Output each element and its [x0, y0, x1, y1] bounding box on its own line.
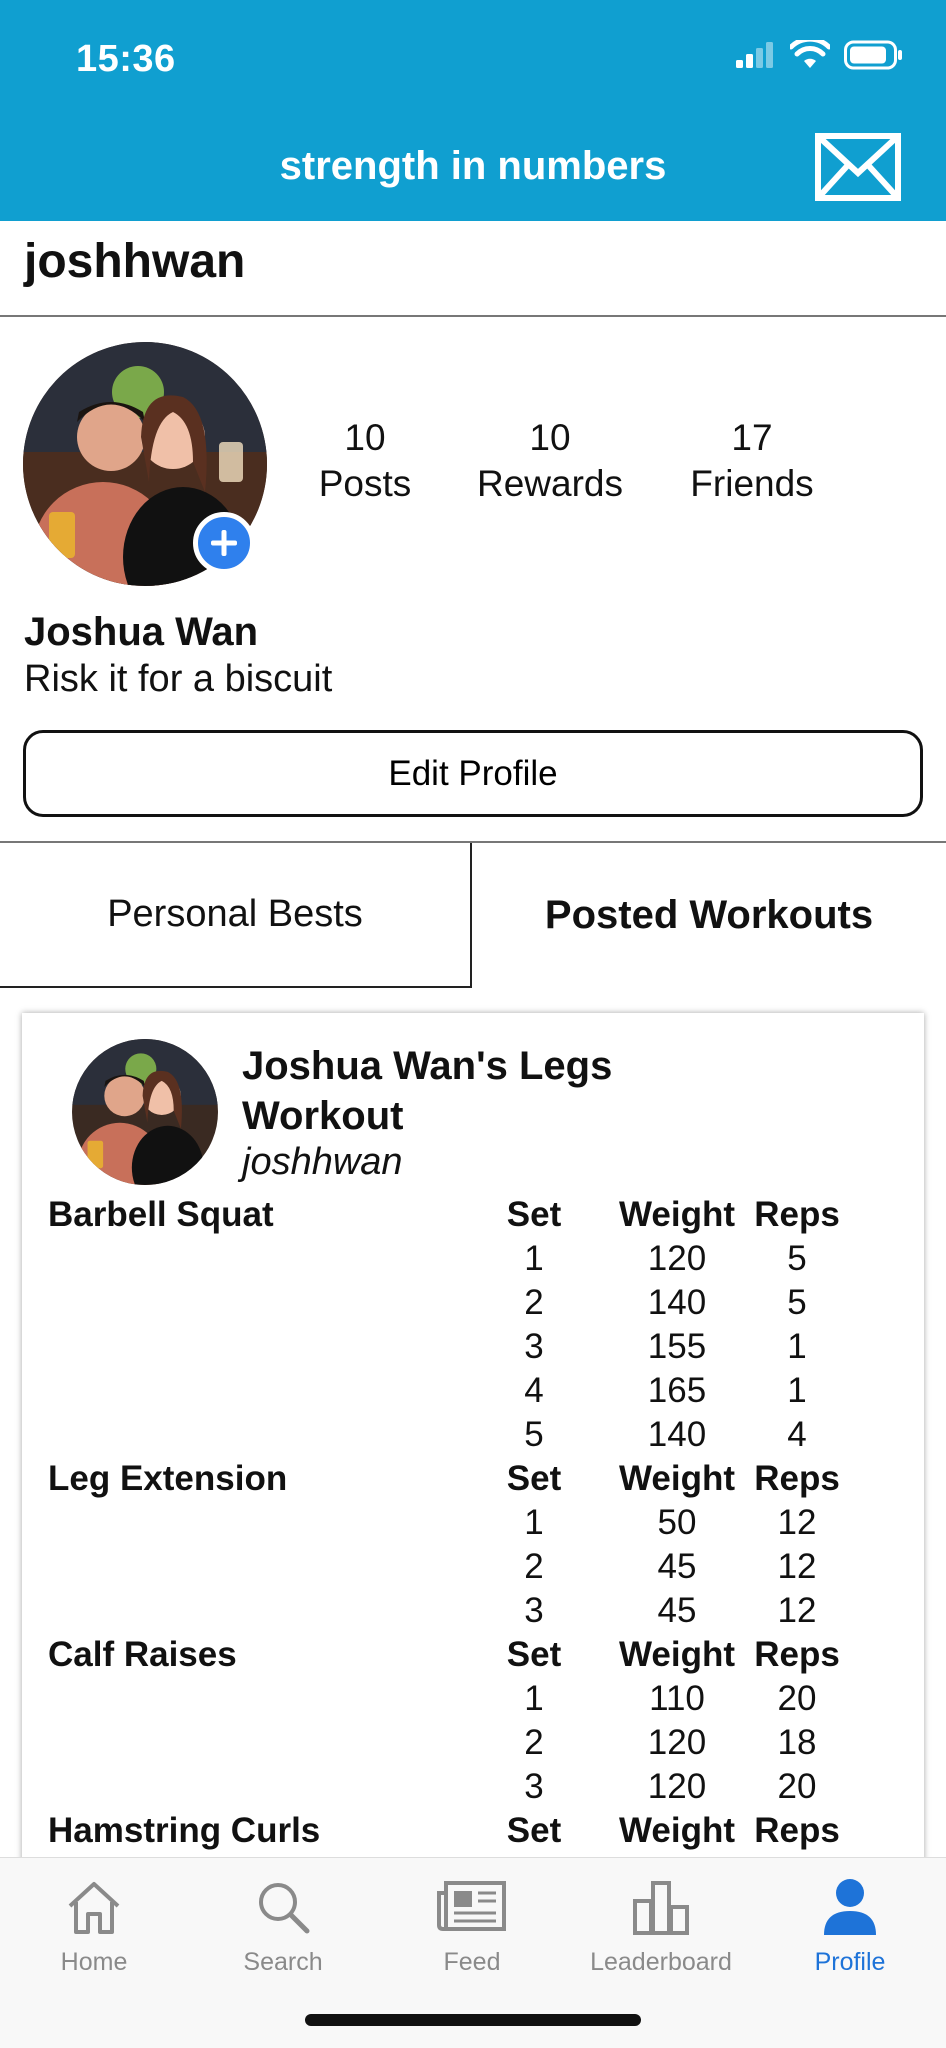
- weight-header: Weight: [618, 1459, 735, 1498]
- nav-feed[interactable]: Feed: [382, 1872, 562, 1977]
- weight-cell: 110: [649, 1679, 705, 1718]
- weight-cell: 140: [647, 1283, 707, 1322]
- add-photo-button[interactable]: [193, 512, 255, 574]
- stat-posts-value: 10: [344, 417, 386, 458]
- nav-search[interactable]: Search: [193, 1872, 373, 1977]
- weight-cell: 50: [657, 1503, 697, 1542]
- app-header: 15:36 strength in numbers: [0, 0, 946, 221]
- nav-search-label: Search: [243, 1948, 323, 1976]
- nav-profile[interactable]: Profile: [760, 1872, 940, 1977]
- profile-full-name: Joshua Wan: [24, 610, 259, 654]
- exercise-name: Calf Raises: [48, 1635, 237, 1674]
- reps-cell: 12: [777, 1503, 817, 1542]
- stat-rewards[interactable]: 10 Rewards: [466, 415, 634, 507]
- nav-leaderboard[interactable]: Leaderboard: [571, 1872, 751, 1977]
- exercise-name: Hamstring Curls: [48, 1811, 321, 1850]
- exercise-name: Barbell Squat: [48, 1195, 274, 1234]
- weight-cell: 120: [647, 1723, 707, 1762]
- app-title: strength in numbers: [279, 144, 667, 188]
- divider: [0, 315, 946, 317]
- weight-cell: 45: [657, 1591, 697, 1630]
- nav-home[interactable]: Home: [4, 1872, 184, 1977]
- weight-cell: 165: [647, 1371, 707, 1410]
- set-cell: 2: [524, 1547, 544, 1586]
- stat-friends[interactable]: 17 Friends: [672, 415, 832, 507]
- reps-header: Reps: [754, 1195, 840, 1234]
- wifi-icon: [790, 40, 830, 68]
- set-cell: 4: [524, 1371, 544, 1410]
- reps-cell: 12: [777, 1591, 817, 1630]
- set-cell: 5: [524, 1415, 544, 1454]
- reps-cell: 1: [787, 1327, 807, 1366]
- tab-personal-bests[interactable]: Personal Bests: [0, 843, 472, 988]
- workout-username: joshhwan: [242, 1141, 403, 1183]
- nav-profile-label: Profile: [814, 1948, 886, 1976]
- weight-cell: 155: [647, 1327, 707, 1366]
- signal-icon: [736, 42, 773, 68]
- search-icon: [259, 1883, 310, 1934]
- edit-profile-button[interactable]: Edit Profile: [23, 730, 923, 817]
- tab-posted-workouts[interactable]: Posted Workouts: [472, 843, 946, 988]
- stat-friends-label: Friends: [690, 463, 814, 504]
- reps-cell: 20: [777, 1767, 817, 1806]
- exercise-name: Leg Extension: [48, 1459, 288, 1498]
- reps-header: Reps: [754, 1635, 840, 1674]
- workout-title: Joshua Wan's Legs Workout: [242, 1044, 613, 1138]
- person-icon: [824, 1879, 876, 1935]
- stat-rewards-value: 10: [529, 417, 571, 458]
- profile-bio: Risk it for a biscuit: [24, 658, 333, 700]
- set-header: Set: [506, 1195, 562, 1234]
- stat-rewards-label: Rewards: [477, 463, 623, 504]
- set-header: Set: [506, 1459, 562, 1498]
- reps-cell: 4: [787, 1415, 807, 1454]
- mail-icon[interactable]: [815, 133, 901, 201]
- reps-cell: 20: [777, 1679, 817, 1718]
- stat-posts[interactable]: 10 Posts: [300, 415, 430, 507]
- nav-feed-label: Feed: [443, 1948, 501, 1976]
- set-cell: 2: [524, 1283, 544, 1322]
- set-cell: 1: [524, 1503, 544, 1542]
- set-cell: 1: [524, 1679, 544, 1718]
- set-header: Set: [506, 1811, 562, 1850]
- reps-header: Reps: [754, 1811, 840, 1850]
- home-indicator: [305, 2014, 641, 2026]
- status-icons: [736, 40, 902, 70]
- leaderboard-icon: [633, 1881, 689, 1935]
- nav-home-label: Home: [60, 1948, 128, 1976]
- weight-cell: 120: [647, 1239, 707, 1278]
- weight-header: Weight: [618, 1195, 735, 1234]
- set-cell: 1: [524, 1239, 544, 1278]
- reps-cell: 5: [787, 1283, 807, 1322]
- set-cell: 3: [524, 1591, 544, 1630]
- reps-cell: 12: [777, 1547, 817, 1586]
- newspaper-icon: [437, 1881, 506, 1931]
- weight-header: Weight: [618, 1635, 735, 1674]
- weight-cell: 45: [657, 1547, 697, 1586]
- plus-icon: [211, 530, 237, 556]
- reps-cell: 5: [787, 1239, 807, 1278]
- home-icon: [68, 1882, 120, 1934]
- battery-icon: [844, 40, 902, 70]
- weight-cell: 120: [647, 1767, 707, 1806]
- status-time: 15:36: [76, 38, 176, 80]
- workout-avatar: [72, 1039, 218, 1185]
- nav-leaderboard-label: Leaderboard: [590, 1948, 732, 1976]
- stat-friends-value: 17: [731, 417, 773, 458]
- reps-cell: 1: [787, 1371, 807, 1410]
- weight-cell: 140: [647, 1415, 707, 1454]
- set-header: Set: [506, 1635, 562, 1674]
- set-cell: 2: [524, 1723, 544, 1762]
- profile-username: joshhwan: [24, 235, 246, 288]
- weight-header: Weight: [618, 1811, 735, 1850]
- set-cell: 3: [524, 1767, 544, 1806]
- stat-posts-label: Posts: [318, 463, 412, 504]
- reps-cell: 18: [777, 1723, 817, 1762]
- set-cell: 3: [524, 1327, 544, 1366]
- reps-header: Reps: [754, 1459, 840, 1498]
